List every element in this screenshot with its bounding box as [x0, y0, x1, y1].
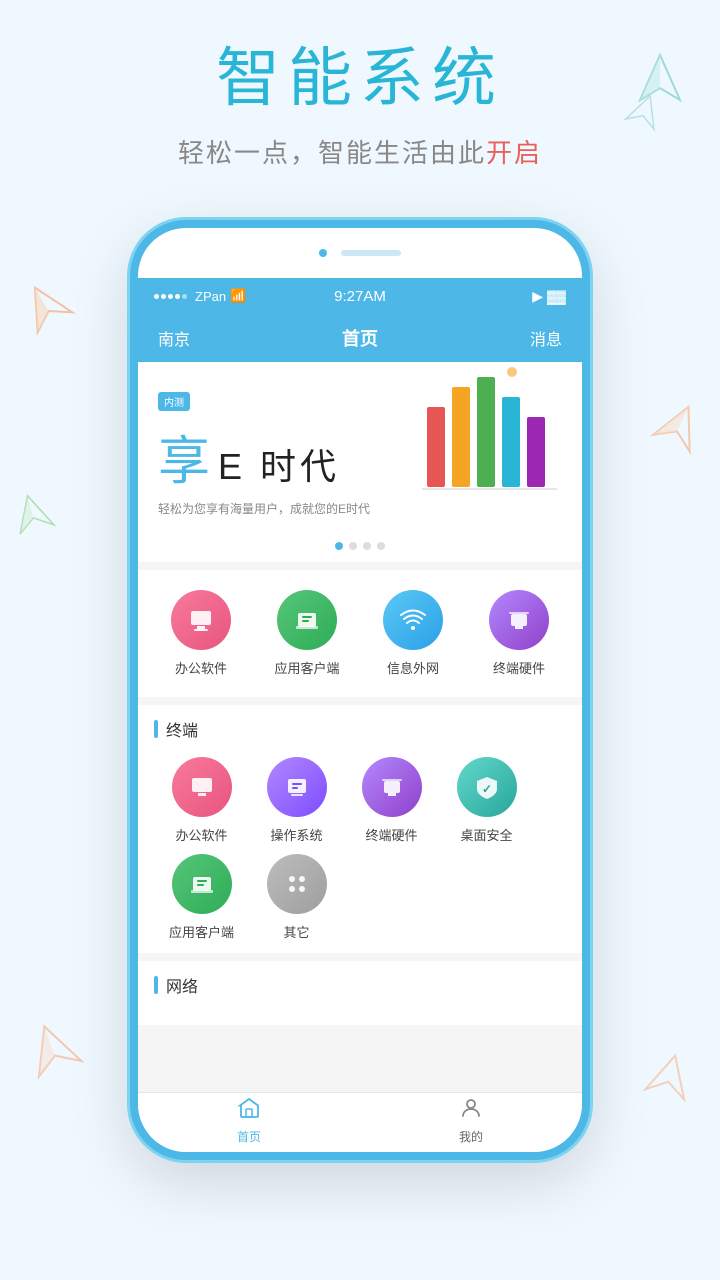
- icon-info-network[interactable]: 信息外网: [368, 590, 458, 677]
- signal-dot-3: [168, 294, 173, 299]
- scroll-content: 内测 享 E 时代 轻松为您享有海量用户，成就您的E时代: [138, 362, 582, 1092]
- tab-home-label: 首页: [237, 1128, 261, 1145]
- terminal-icon-os-label: 操作系统: [270, 825, 322, 844]
- banner-title-prefix: 享: [158, 419, 210, 494]
- nav-bar: 南京 首页 消息: [138, 314, 582, 362]
- terminal-icon-security-circle: ✓: [457, 757, 517, 817]
- phone-camera-dot: [319, 249, 327, 257]
- tab-home[interactable]: 首页: [138, 1096, 360, 1149]
- section-network-title: 网络: [166, 973, 198, 997]
- sub-title: 轻松一点，智能生活由此开启: [0, 133, 720, 170]
- icon-office-software[interactable]: 办公软件: [156, 590, 246, 677]
- section-terminal-bar: [154, 720, 158, 738]
- phone-screen: ZPan 📶 9:27AM ▶ ▓▓ 南京 首页 消息 内测: [138, 278, 582, 1152]
- terminal-icon-appclient-label: 应用客户端: [169, 922, 234, 941]
- terminal-icon-hardware-label: 终端硬件: [365, 825, 417, 844]
- tab-profile[interactable]: 我的: [360, 1096, 582, 1149]
- signal-dot-1: [154, 294, 159, 299]
- battery-icon: ▓▓: [547, 289, 566, 304]
- signal-dots: [154, 294, 187, 299]
- banner-title-main: E 时代: [218, 438, 340, 490]
- section-terminal: 终端 办公软件 操作系统: [138, 705, 582, 953]
- nav-title: 首页: [259, 325, 461, 351]
- phone-speaker: [341, 250, 401, 256]
- status-right: ▶ ▓▓: [386, 288, 566, 305]
- phone-top-bar: [138, 228, 582, 278]
- tab-profile-icon: [459, 1096, 483, 1126]
- terminal-icon-other-circle: [267, 854, 327, 914]
- svg-text:✓: ✓: [481, 782, 491, 796]
- section-terminal-header: 终端: [154, 717, 566, 741]
- signal-dot-5: [182, 294, 187, 299]
- terminal-icon-security[interactable]: ✓ 桌面安全: [444, 757, 529, 844]
- terminal-icon-other[interactable]: 其它: [254, 854, 339, 941]
- sub-title-part2: 开启: [486, 138, 542, 168]
- nav-location[interactable]: 南京: [158, 326, 259, 350]
- phone-frame: ZPan 📶 9:27AM ▶ ▓▓ 南京 首页 消息 内测: [130, 220, 590, 1160]
- banner-dot-4: [377, 542, 385, 550]
- terminal-icon-hardware-circle: [362, 757, 422, 817]
- status-left: ZPan 📶: [154, 288, 334, 304]
- icon-terminal-hardware-circle: [489, 590, 549, 650]
- terminal-icon-office[interactable]: 办公软件: [159, 757, 244, 844]
- signal-dot-4: [175, 294, 180, 299]
- banner-dot-3: [363, 542, 371, 550]
- section-network-bar: [154, 976, 158, 994]
- status-time: 9:27AM: [334, 288, 386, 305]
- section-terminal-grid: 办公软件 操作系统 终端硬件: [154, 757, 566, 941]
- top-section: 智能系统 轻松一点，智能生活由此开启: [0, 40, 720, 170]
- banner-chart: [417, 367, 572, 502]
- banner-dot-2: [349, 542, 357, 550]
- terminal-icon-os[interactable]: 操作系统: [254, 757, 339, 844]
- terminal-icon-appclient-circle: [172, 854, 232, 914]
- terminal-icon-os-circle: [267, 757, 327, 817]
- banner-dot-1: [335, 542, 343, 550]
- icon-terminal-hardware-label: 终端硬件: [493, 658, 545, 677]
- nav-messages[interactable]: 消息: [461, 326, 562, 350]
- tab-home-icon: [237, 1096, 261, 1126]
- wifi-icon: 📶: [230, 288, 246, 304]
- icon-office-software-circle: [171, 590, 231, 650]
- icon-terminal-hardware[interactable]: 终端硬件: [474, 590, 564, 677]
- signal-dot-2: [161, 294, 166, 299]
- main-title: 智能系统: [0, 40, 720, 117]
- icon-app-client-label: 应用客户端: [274, 658, 339, 677]
- terminal-icon-office-label: 办公软件: [175, 825, 227, 844]
- icon-app-client[interactable]: 应用客户端: [262, 590, 352, 677]
- status-bar: ZPan 📶 9:27AM ▶ ▓▓: [138, 278, 582, 314]
- banner: 内测 享 E 时代 轻松为您享有海量用户，成就您的E时代: [138, 362, 582, 562]
- terminal-icon-hardware[interactable]: 终端硬件: [349, 757, 434, 844]
- section-network: 网络: [138, 961, 582, 1025]
- tab-bar: 首页 我的: [138, 1092, 582, 1152]
- banner-subtitle: 轻松为您享有海量用户，成就您的E时代: [158, 500, 562, 517]
- tab-profile-label: 我的: [459, 1128, 483, 1145]
- icon-office-software-label: 办公软件: [175, 658, 227, 677]
- terminal-icon-appclient[interactable]: 应用客户端: [159, 854, 244, 941]
- terminal-icon-other-label: 其它: [283, 922, 309, 941]
- section-network-header: 网络: [154, 973, 566, 997]
- icon-info-network-circle: [383, 590, 443, 650]
- banner-badge: 内测: [158, 392, 190, 411]
- icon-app-client-circle: [277, 590, 337, 650]
- icon-info-network-label: 信息外网: [387, 658, 439, 677]
- terminal-icon-office-circle: [172, 757, 232, 817]
- banner-dots: [335, 542, 385, 550]
- sub-title-part1: 轻松一点，智能生活由此: [178, 138, 486, 168]
- section-terminal-title: 终端: [166, 717, 198, 741]
- location-icon: ▶: [532, 288, 543, 305]
- terminal-icon-security-label: 桌面安全: [460, 825, 512, 844]
- quick-icons-grid: 办公软件 应用客户端 信息外网: [138, 570, 582, 697]
- carrier-name: ZPan: [195, 289, 226, 304]
